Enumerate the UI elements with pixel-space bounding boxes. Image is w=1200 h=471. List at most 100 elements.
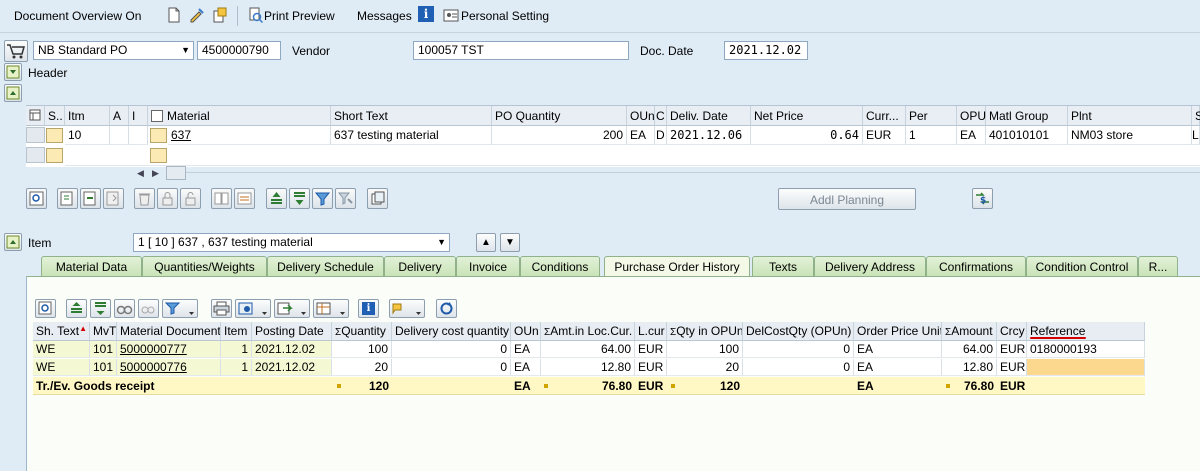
doc-date-field[interactable]: 2021.12.02 xyxy=(724,41,808,60)
cell-item-cat[interactable] xyxy=(129,126,148,145)
tab-quantities-weights[interactable]: Quantities/Weights xyxy=(142,256,267,276)
edit-display-icon[interactable] xyxy=(189,7,205,23)
row-selector[interactable] xyxy=(26,147,45,163)
block-button[interactable] xyxy=(157,188,178,209)
col-header-item-cat[interactable]: I xyxy=(129,106,148,126)
tab-texts[interactable]: Texts xyxy=(752,256,814,276)
hist-cell-qty-in-opun[interactable]: 20 xyxy=(667,359,743,376)
history-info-button[interactable]: i xyxy=(358,299,379,318)
history-print-button[interactable] xyxy=(211,299,232,318)
hist-cell-amt-loc-cur[interactable]: 64.00 xyxy=(541,341,635,358)
history-find-next-button[interactable] xyxy=(138,299,159,318)
hist-cell-reference-selected[interactable] xyxy=(1027,359,1145,376)
tab-purchase-order-history[interactable]: Purchase Order History xyxy=(604,256,750,277)
col-header-matl-group[interactable]: Matl Group xyxy=(986,106,1068,126)
tab-material-data[interactable]: Material Data xyxy=(41,256,142,276)
tab-delivery-address[interactable]: Delivery Address xyxy=(814,256,926,276)
scroll-left-icon[interactable]: ◀ xyxy=(137,168,144,179)
history-sort-descending-button[interactable] xyxy=(90,299,111,318)
po-number-field[interactable]: 4500000790 xyxy=(197,41,281,60)
hist-cell-material-document[interactable]: 5000000776 xyxy=(117,359,221,376)
col-header-oun[interactable]: OUn xyxy=(627,106,655,126)
print-preview-button[interactable]: Print Preview xyxy=(264,9,335,23)
row-selector[interactable] xyxy=(26,127,45,143)
cell-matl-group[interactable]: 401010101 xyxy=(986,126,1068,145)
history-details-button[interactable] xyxy=(35,299,56,318)
grid-settings-header[interactable] xyxy=(26,106,45,126)
cell-material-marker[interactable] xyxy=(150,128,167,143)
personal-setting-button[interactable]: Personal Setting xyxy=(461,9,549,23)
col-header-material[interactable]: Material xyxy=(148,106,331,126)
col-header-plant[interactable]: Plnt xyxy=(1068,106,1192,126)
filter-settings-button[interactable] xyxy=(335,188,356,209)
hist-cell-oun[interactable]: EA xyxy=(511,359,541,376)
history-layout-menu-button[interactable] xyxy=(313,299,349,318)
col-header-currency[interactable]: Curr... xyxy=(863,106,906,126)
tab-delivery[interactable]: Delivery xyxy=(384,256,456,276)
sort-ascending-button[interactable] xyxy=(266,188,287,209)
sort-descending-button[interactable] xyxy=(289,188,310,209)
details-button[interactable] xyxy=(26,188,47,209)
hist-cell-mvt[interactable]: 101 xyxy=(90,341,117,358)
row-status-indicator[interactable] xyxy=(46,148,63,163)
hist-col-posting-date[interactable]: Posting Date xyxy=(252,322,332,341)
cell-material[interactable]: 637 xyxy=(168,126,331,145)
hist-col-amt-loc-cur[interactable]: ΣAmt.in Loc.Cur. xyxy=(541,322,635,341)
hist-cell-qty-in-opun[interactable]: 100 xyxy=(667,341,743,358)
hist-cell-delcostqty-opun[interactable]: 0 xyxy=(743,359,854,376)
hist-col-crcy[interactable]: Crcy xyxy=(997,322,1027,341)
deselect-all-button[interactable] xyxy=(234,188,255,209)
history-select-menu-button[interactable] xyxy=(389,299,425,318)
copy-item-button[interactable] xyxy=(103,188,124,209)
new-document-icon[interactable] xyxy=(166,7,182,23)
addl-planning-button[interactable]: Addl Planning xyxy=(778,188,916,210)
hist-cell-sh-text[interactable]: WE xyxy=(33,341,90,358)
cell-short-text[interactable]: 637 testing material xyxy=(331,126,492,145)
cell-material-marker[interactable] xyxy=(150,148,167,163)
cell-net-price[interactable]: 0.64 xyxy=(751,126,863,145)
cell-item[interactable]: 10 xyxy=(65,126,110,145)
info-icon[interactable]: i xyxy=(418,6,434,22)
services-button[interactable] xyxy=(367,188,388,209)
shopping-cart-button[interactable] xyxy=(4,40,28,62)
hist-cell-quantity[interactable]: 20 xyxy=(332,359,392,376)
cell-deliv-date[interactable]: 2021.12.06 xyxy=(667,126,751,145)
hist-cell-reference[interactable]: 0180000193 xyxy=(1027,341,1145,358)
hist-col-delcostqty-opun[interactable]: DelCostQty (OPUn) xyxy=(743,322,854,341)
col-header-net-price[interactable]: Net Price xyxy=(751,106,863,126)
hist-col-material-document[interactable]: Material Document xyxy=(117,322,221,341)
insert-item-button[interactable] xyxy=(80,188,101,209)
col-header-storage[interactable]: S xyxy=(1192,106,1200,126)
doc-type-select[interactable]: NB Standard PO ▼ xyxy=(33,41,194,60)
col-header-status[interactable]: S.. xyxy=(45,106,65,126)
previous-item-button[interactable]: ▲ xyxy=(476,233,496,252)
hist-cell-item[interactable]: 1 xyxy=(221,359,252,376)
hist-cell-amt-loc-cur[interactable]: 12.80 xyxy=(541,359,635,376)
document-overview-button[interactable]: Document Overview On xyxy=(14,9,141,23)
horizontal-scrollbar-track[interactable] xyxy=(186,172,1200,173)
history-find-button[interactable] xyxy=(114,299,135,318)
history-views-menu-button[interactable] xyxy=(235,299,271,318)
expand-header-button[interactable] xyxy=(4,63,22,81)
hist-col-quantity[interactable]: ΣQuantity xyxy=(332,322,392,341)
hist-col-qty-in-opun[interactable]: ΣQty in OPUn xyxy=(667,322,743,341)
history-refresh-button[interactable] xyxy=(436,299,457,318)
hist-col-amount[interactable]: ΣAmount xyxy=(942,322,997,341)
cell-oun[interactable]: EA xyxy=(627,126,655,145)
cell-po-quantity[interactable]: 200 xyxy=(492,126,627,145)
cell-per[interactable]: 1 xyxy=(906,126,957,145)
hist-cell-order-price-unit[interactable]: EA xyxy=(854,359,942,376)
cell-storage[interactable]: La xyxy=(1192,126,1200,145)
currency-button[interactable]: $ xyxy=(972,188,993,209)
filter-button[interactable] xyxy=(312,188,333,209)
hist-cell-amount[interactable]: 12.80 xyxy=(942,359,997,376)
col-header-short-text[interactable]: Short Text xyxy=(331,106,492,126)
history-sort-ascending-button[interactable] xyxy=(66,299,87,318)
hist-cell-oun[interactable]: EA xyxy=(511,341,541,358)
hist-col-item[interactable]: Item xyxy=(221,322,252,341)
hist-cell-amount[interactable]: 64.00 xyxy=(942,341,997,358)
row-status-indicator[interactable] xyxy=(46,128,63,143)
hist-cell-delivery-cost-quantity[interactable]: 0 xyxy=(392,341,511,358)
hist-cell-item[interactable]: 1 xyxy=(221,341,252,358)
hist-col-oun[interactable]: OUn xyxy=(511,322,541,341)
